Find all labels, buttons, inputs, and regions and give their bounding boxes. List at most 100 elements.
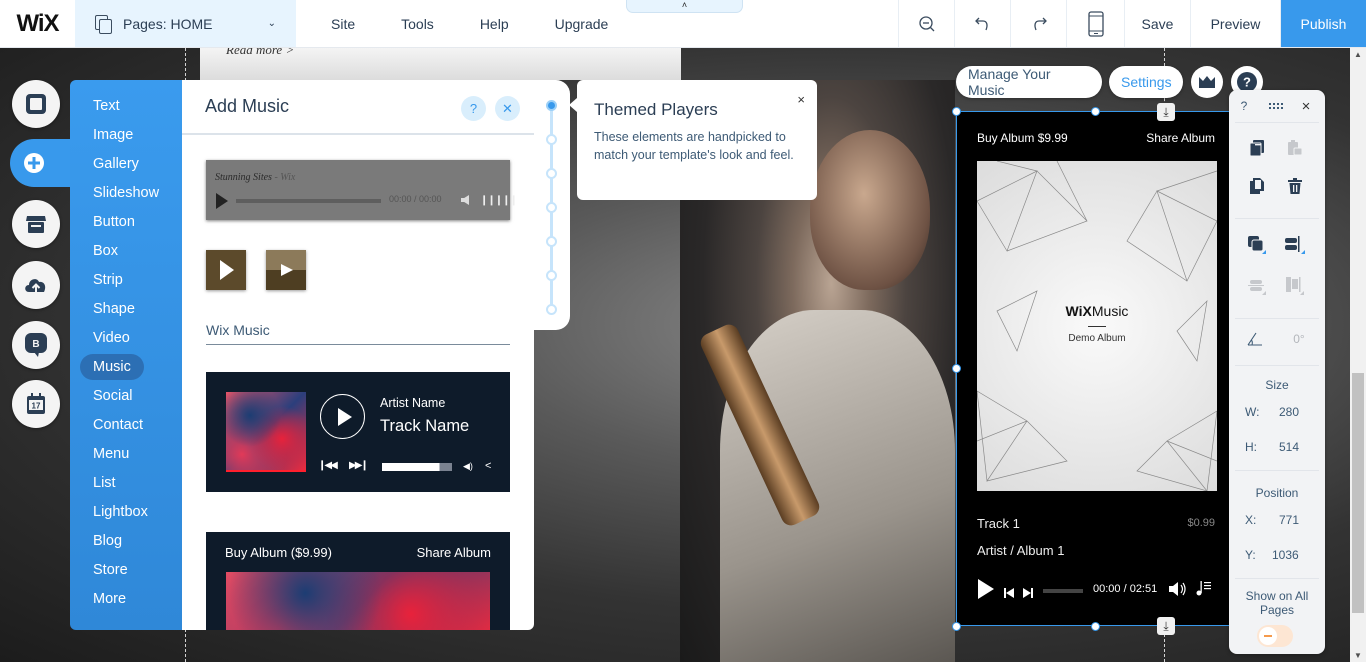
resize-handle-bottom-left[interactable] [952,622,961,631]
menu-upgrade[interactable]: Upgrade [532,0,632,47]
add-menu-item-text[interactable]: Text [80,93,133,119]
album-cover-image: WiXMusic Demo Album [977,161,1217,491]
mini-player-preset-1[interactable] [206,250,246,290]
blog-button[interactable]: B [12,321,60,369]
next-track-button[interactable] [1023,585,1033,603]
scrollbar-thumb[interactable] [1352,373,1364,613]
track-name: Track Name [380,417,470,435]
add-menu-item-store[interactable]: Store [80,557,141,583]
duplicate-icon[interactable] [1247,176,1267,196]
toolbar-help-icon[interactable]: ? [1234,96,1254,116]
resize-handle-top-left[interactable] [952,107,961,116]
anchor-top-button[interactable]: ⤓ [1157,103,1175,121]
previous-track-button[interactable] [1004,585,1014,603]
blog-strip[interactable]: Read more > [200,42,681,80]
wix-logo[interactable]: WiX [0,0,75,47]
close-toolbar-icon[interactable]: × [1296,96,1316,116]
stepper-dot[interactable] [546,134,557,145]
publish-button[interactable]: Publish [1280,0,1366,47]
element-toolbar: ? × 0° Size W: 280 H: 514 Position X: 77… [1229,90,1325,654]
y-field[interactable]: Y: 1036 [1245,548,1299,562]
bookings-button[interactable]: 17 [12,380,60,428]
track-price[interactable]: $0.99 [1187,517,1215,529]
buy-album-link[interactable]: Buy Album $9.99 [977,131,1068,145]
classic-music-player-preset[interactable]: Stunning Sites - Wix 00:00 / 00:00 ❙❙❙❙❙ [206,160,518,220]
resize-handle-bottom[interactable] [1091,622,1100,631]
help-button[interactable]: ? [461,96,486,121]
align-icon[interactable] [1285,235,1305,255]
menu-tools[interactable]: Tools [378,0,457,47]
add-menu-item-image[interactable]: Image [80,122,146,148]
add-button[interactable] [10,139,70,187]
add-menu-item-blog[interactable]: Blog [80,528,135,554]
collapse-topbar-button[interactable]: ˄ [626,0,743,13]
save-button[interactable]: Save [1124,0,1190,47]
close-tooltip-icon[interactable]: × [797,92,805,107]
stepper-dot[interactable] [546,304,557,315]
add-menu-item-more[interactable]: More [80,586,139,612]
wix-music-player-preset-2[interactable]: Buy Album ($9.99) Share Album [206,532,510,630]
width-field[interactable]: W: 280 [1245,405,1299,419]
add-menu-item-button[interactable]: Button [80,209,148,235]
add-menu-item-menu[interactable]: Menu [80,441,142,467]
copy-icon[interactable] [1247,138,1267,158]
scroll-down-arrow-icon[interactable]: ▼ [1354,651,1362,660]
add-menu-item-gallery[interactable]: Gallery [80,151,152,177]
selected-music-player[interactable]: Buy Album $9.99 Share Album WiXMusic Dem… [956,111,1236,626]
x-field[interactable]: X: 771 [1245,513,1299,527]
settings-button[interactable]: Settings [1109,66,1183,98]
add-menu-item-social[interactable]: Social [80,383,146,409]
scroll-up-arrow-icon[interactable]: ▲ [1354,50,1362,59]
add-menu-item-strip[interactable]: Strip [80,267,136,293]
add-menu-item-video[interactable]: Video [80,325,143,351]
undo-button[interactable] [954,0,1010,47]
track-progress-bar[interactable] [1043,589,1083,593]
wix-music-player-preset-1[interactable]: Artist Name Track Name ❙◀◀ ▶▶❙ ◀) < [206,372,510,492]
add-menu-item-box[interactable]: Box [80,238,131,264]
drag-handle-icon[interactable] [1267,96,1287,116]
upload-button[interactable] [12,261,60,309]
playlist-button[interactable] [1196,580,1212,601]
anchor-bottom-button[interactable]: ⤓ [1157,617,1175,635]
artist-name: Artist Name [380,396,446,410]
pages-dropdown[interactable]: Pages: HOME ⌄ [75,0,296,47]
play-icon [281,264,293,276]
mobile-view-button[interactable] [1066,0,1124,47]
menu-site[interactable]: Site [296,0,378,47]
stepper-dot[interactable] [546,202,557,213]
manage-music-button[interactable]: Manage Your Music [956,66,1102,98]
background-button[interactable] [12,80,60,128]
add-menu-item-music[interactable]: Music [80,354,144,380]
app-market-button[interactable] [12,200,60,248]
arrange-icon[interactable] [1247,235,1267,255]
menu-help[interactable]: Help [457,0,532,47]
add-menu-item-slideshow[interactable]: Slideshow [80,180,172,206]
upgrade-button[interactable] [1191,66,1223,98]
resize-handle-top[interactable] [1091,107,1100,116]
cover-album-name: Demo Album [1068,333,1126,344]
stepper-dot[interactable] [546,270,557,281]
delete-icon[interactable] [1285,176,1305,196]
resize-handle-left[interactable] [952,364,961,373]
zoom-out-button[interactable] [898,0,954,47]
stepper-dot[interactable] [546,168,557,179]
preview-button[interactable]: Preview [1190,0,1280,47]
rotate-icon[interactable] [1245,329,1265,349]
add-menu-item-shape[interactable]: Shape [80,296,148,322]
add-menu-item-list[interactable]: List [80,470,129,496]
volume-button[interactable] [1169,582,1187,601]
redo-button[interactable] [1010,0,1066,47]
add-menu-item-lightbox[interactable]: Lightbox [80,499,161,525]
stepper-dot[interactable] [546,100,557,111]
show-on-all-pages-toggle[interactable] [1257,625,1293,647]
mini-player-preset-2[interactable] [266,250,306,290]
rotation-value[interactable]: 0° [1287,329,1311,349]
vertical-scrollbar[interactable]: ▲ ▼ [1350,48,1366,662]
add-menu-item-contact[interactable]: Contact [80,412,156,438]
height-field[interactable]: H: 514 [1245,440,1299,454]
help-icon: ? [469,101,478,116]
play-button[interactable] [977,578,995,605]
stepper-dot[interactable] [546,236,557,247]
close-panel-button[interactable]: ✕ [495,96,520,121]
share-album-link[interactable]: Share Album [1146,131,1215,145]
